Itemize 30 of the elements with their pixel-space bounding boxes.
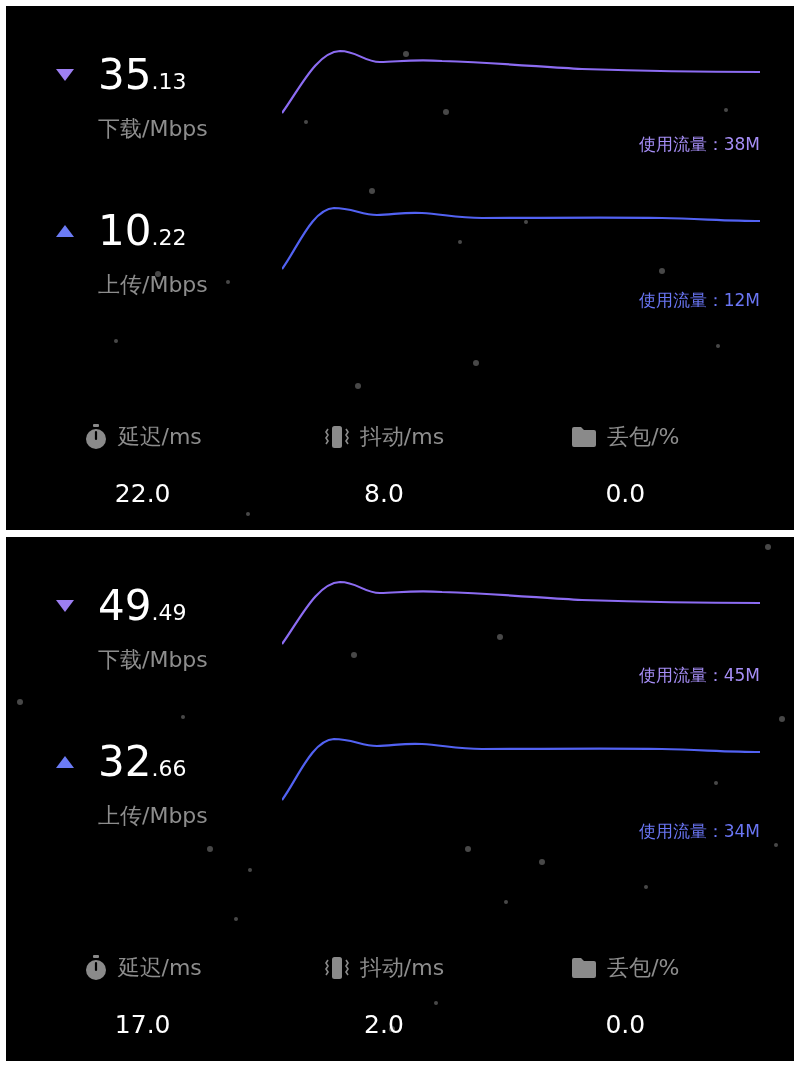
metric-label: 抖动/ms: [359, 954, 445, 982]
folder-icon: [571, 425, 598, 448]
stopwatch-icon: [83, 423, 108, 450]
metric-label: 延迟/ms: [117, 423, 202, 451]
vibrating-phone-icon: [323, 423, 350, 450]
speed-unit-label: 下载/Mbps: [98, 646, 208, 674]
metric-value: 22.0: [114, 478, 171, 510]
speed-value: 35.13: [98, 54, 188, 96]
stopwatch-icon: [83, 954, 108, 981]
metric-value: 2.0: [364, 1009, 404, 1041]
data-usage-label: 使用流量：38M: [638, 133, 760, 156]
speed-unit-label: 下载/Mbps: [98, 115, 208, 143]
speed-value: 49.49: [98, 585, 188, 627]
speed-value: 32.66: [98, 741, 188, 783]
metric-label: 丢包/%: [607, 954, 680, 982]
data-usage-label: 使用流量：34M: [638, 820, 760, 843]
speed-unit-label: 上传/Mbps: [98, 802, 208, 830]
metric-label: 丢包/%: [607, 423, 680, 451]
speed-unit-label: 上传/Mbps: [98, 271, 208, 299]
metric-value: 8.0: [364, 478, 404, 510]
metric-label: 延迟/ms: [117, 954, 202, 982]
metric-label: 抖动/ms: [359, 423, 445, 451]
speed-value: 10.22: [98, 210, 188, 252]
vibrating-phone-icon: [323, 954, 350, 981]
metric-value: 0.0: [605, 478, 646, 510]
metric-value: 0.0: [605, 1009, 646, 1041]
data-usage-label: 使用流量：45M: [638, 664, 760, 687]
data-usage-label: 使用流量：12M: [638, 289, 760, 312]
folder-icon: [571, 956, 598, 979]
metric-value: 17.0: [114, 1009, 171, 1041]
